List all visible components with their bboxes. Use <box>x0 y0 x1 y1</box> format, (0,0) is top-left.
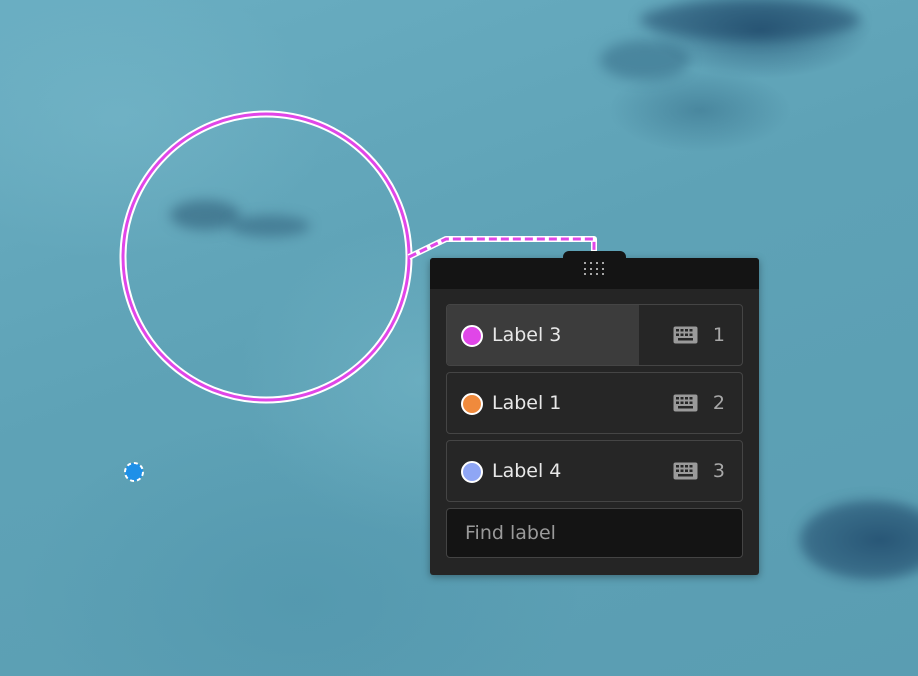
find-label-input[interactable] <box>446 508 743 558</box>
label-color-swatch <box>461 393 483 415</box>
panel-drag-handle[interactable] <box>563 251 626 283</box>
label-hotkey: 1 <box>712 324 725 346</box>
label-picker-panel: Label 3 1 Label 1 2 Label 4 3 Find label <box>430 251 759 575</box>
label-hotkey: 2 <box>712 392 725 414</box>
annotation-circle[interactable] <box>119 110 413 404</box>
label-name: Label 4 <box>492 460 562 482</box>
label-option-label-4[interactable]: Label 4 3 <box>446 440 743 502</box>
label-name: Label 1 <box>492 392 562 414</box>
label-hotkey: 3 <box>712 460 725 482</box>
label-color-swatch <box>461 461 483 483</box>
keyboard-icon <box>673 462 698 480</box>
grip-dots-icon <box>584 262 605 276</box>
keyboard-icon <box>673 394 698 412</box>
point-marker[interactable] <box>124 462 144 482</box>
label-option-label-3[interactable]: Label 3 1 <box>446 304 743 366</box>
label-name: Label 3 <box>492 324 562 346</box>
label-color-swatch <box>461 325 483 347</box>
label-option-label-1[interactable]: Label 1 2 <box>446 372 743 434</box>
keyboard-icon <box>673 326 698 344</box>
